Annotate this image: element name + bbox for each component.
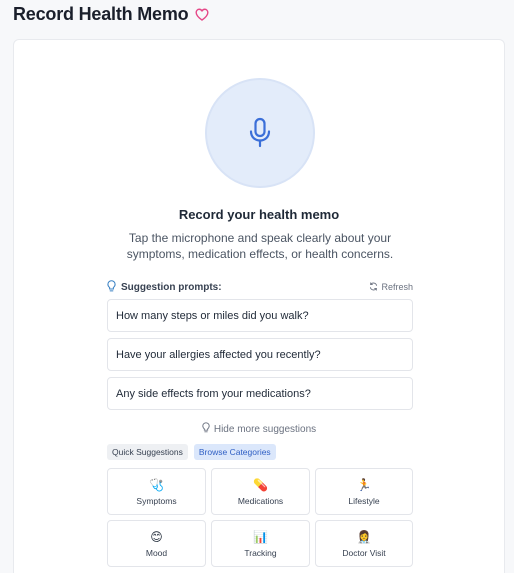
stethoscope-icon: 🩺 [149, 477, 164, 492]
hide-more-suggestions-button[interactable]: Hide more suggestions [14, 422, 504, 436]
category-tracking[interactable]: 📊 Tracking [211, 520, 310, 567]
page-header: Record Health Memo [13, 3, 210, 25]
category-symptoms[interactable]: 🩺 Symptoms [107, 468, 206, 515]
record-button[interactable] [205, 78, 315, 188]
lightbulb-icon [107, 279, 116, 295]
heart-icon [194, 7, 210, 23]
lightbulb-icon [202, 422, 210, 436]
bar-chart-icon: 📊 [253, 529, 268, 544]
smiley-icon: 😊 [150, 529, 163, 544]
suggestions-label-text: Suggestion prompts: [121, 281, 222, 293]
category-doctor-visit[interactable]: 👩‍⚕️ Doctor Visit [315, 520, 413, 567]
recorder-card: Record your health memo Tap the micropho… [13, 39, 505, 573]
category-mood[interactable]: 😊 Mood [107, 520, 206, 567]
doctor-icon: 👩‍⚕️ [356, 529, 372, 544]
category-label: Mood [145, 547, 168, 558]
category-grid: 🩺 Symptoms 💊 Medications 🏃 Lifestyle 😊 M… [107, 468, 413, 567]
refresh-label: Refresh [381, 282, 413, 292]
category-label: Doctor Visit [342, 547, 386, 558]
tab-quick-suggestions[interactable]: Quick Suggestions [107, 444, 188, 460]
category-label: Symptoms [136, 495, 177, 506]
category-label: Lifestyle [348, 495, 380, 506]
category-lifestyle[interactable]: 🏃 Lifestyle [315, 468, 413, 515]
suggestion-tabs: Quick Suggestions Browse Categories [107, 444, 276, 460]
tab-browse-categories[interactable]: Browse Categories [193, 444, 276, 460]
pill-icon: 💊 [253, 477, 268, 492]
microphone-icon [248, 117, 272, 149]
suggestions-label: Suggestion prompts: [107, 279, 222, 295]
suggestions-header: Suggestion prompts: Refresh [107, 279, 413, 295]
category-medications[interactable]: 💊 Medications [211, 468, 310, 515]
runner-icon: 🏃 [356, 477, 372, 492]
category-label: Tracking [244, 547, 277, 558]
page-title: Record Health Memo [13, 3, 189, 24]
refresh-icon [369, 281, 378, 293]
hide-more-label: Hide more suggestions [213, 423, 317, 435]
suggestion-prompt[interactable]: Any side effects from your medications? [107, 377, 413, 410]
category-label: Medications [237, 495, 284, 506]
refresh-button[interactable]: Refresh [369, 281, 413, 293]
record-description: Tap the microphone and speak clearly abo… [126, 231, 394, 261]
record-title: Record your health memo [178, 207, 340, 222]
suggestion-prompt[interactable]: How many steps or miles did you walk? [107, 299, 413, 332]
suggestion-prompt[interactable]: Have your allergies affected you recentl… [107, 338, 413, 371]
